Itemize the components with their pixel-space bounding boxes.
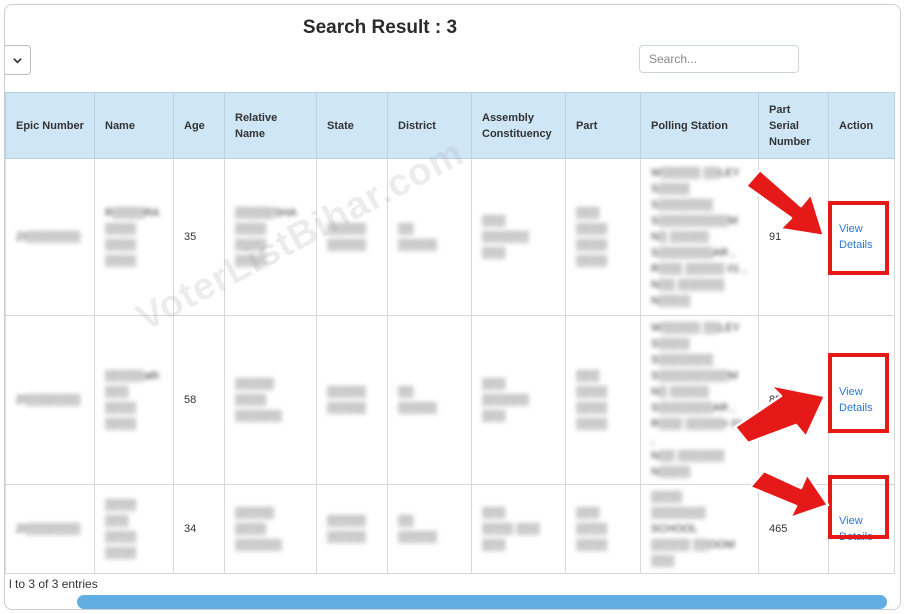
age-cell: 58 xyxy=(173,315,225,485)
part-serial-number-cell: 89 xyxy=(758,315,829,485)
view-details-link[interactable]: View Details xyxy=(839,221,873,253)
table-row: ZI▒▒▒▒▒▒▒ R▒▒▒▒RA ▒▒▒▒ ▒▒▒▒ ▒▒▒▒ 35 ▒▒▒▒… xyxy=(5,158,895,316)
table-row: ZI▒▒▒▒▒▒▒ ▒▒▒▒▒ath ▒▒▒ ▒▒▒▒ ▒▒▒▒ 58 ▒▒▒▒… xyxy=(5,315,895,485)
relative-name-cell: ▒▒▒▒▒ ▒▒▒▒ ▒▒▒▒▒▒ xyxy=(224,315,317,485)
table-header-row: Epic Number Name Age Relative Name State… xyxy=(5,92,895,159)
results-panel: Search Result : 3 Epic Number Name Age R… xyxy=(4,4,901,610)
name-cell: ▒▒▒▒▒ath ▒▒▒ ▒▒▒▒ ▒▒▒▒ xyxy=(94,315,174,485)
action-cell: View Details xyxy=(828,158,895,316)
assembly-constituency-cell: ▒▒▒ ▒▒▒▒▒▒ ▒▒▒ xyxy=(471,158,566,316)
results-table: Epic Number Name Age Relative Name State… xyxy=(5,92,895,574)
district-cell: ▒▒ ▒▒▒▒▒ xyxy=(387,315,472,485)
assembly-constituency-cell: ▒▒▒ ▒▒▒▒ ▒▒▒ ▒▒▒ xyxy=(471,484,566,574)
polling-station-cell: ▒▒▒▒ ▒▒▒▒▒▒▒ SCHOOL ▒▒▒▒▒ ▒▒OOM ▒▒▒ xyxy=(640,484,759,574)
part-serial-number-cell: 91 xyxy=(758,158,829,316)
age-cell: 34 xyxy=(173,484,225,574)
table-row: ZI▒▒▒▒▒▒▒ ▒▒▒▒ ▒▒▒ ▒▒▒▒ ▒▒▒▒ 34 ▒▒▒▒▒ ▒▒… xyxy=(5,484,895,574)
column-header-assembly-constituency[interactable]: Assembly Constituency xyxy=(471,92,566,159)
part-cell: ▒▒▒ ▒▒▒▒ ▒▒▒▒ ▒▒▒▒ xyxy=(565,158,641,316)
state-cell: ▒▒▒▒▒ ▒▒▒▒▒ xyxy=(316,315,388,485)
view-details-link[interactable]: View Details xyxy=(839,384,873,416)
name-cell: R▒▒▒▒RA ▒▒▒▒ ▒▒▒▒ ▒▒▒▒ xyxy=(94,158,174,316)
assembly-constituency-cell: ▒▒▒ ▒▒▒▒▒▒ ▒▒▒ xyxy=(471,315,566,485)
epic-number-cell: ZI▒▒▒▒▒▒▒ xyxy=(5,315,95,485)
state-cell: ▒▒▒▒▒ ▒▒▒▒▒ xyxy=(316,484,388,574)
part-cell: ▒▒▒ ▒▒▒▒ ▒▒▒▒ xyxy=(565,484,641,574)
state-cell: ▒▒▒▒▒ ▒▒▒▒▒ xyxy=(316,158,388,316)
column-header-action[interactable]: Action xyxy=(828,92,895,159)
entries-info: l to 3 of 3 entries xyxy=(9,577,98,591)
part-cell: ▒▒▒ ▒▒▒▒ ▒▒▒▒ ▒▒▒▒ xyxy=(565,315,641,485)
column-header-age[interactable]: Age xyxy=(173,92,225,159)
relative-name-cell: ▒▒▒▒▒ ▒▒▒▒ ▒▒▒▒▒▒ xyxy=(224,484,317,574)
column-header-part-serial-number[interactable]: Part Serial Number xyxy=(758,92,829,159)
search-input[interactable] xyxy=(639,45,799,73)
column-header-part[interactable]: Part xyxy=(565,92,641,159)
page-title: Search Result : 3 xyxy=(302,17,458,38)
epic-number-cell: ZI▒▒▒▒▒▒▒ xyxy=(5,484,95,574)
column-header-state[interactable]: State xyxy=(316,92,388,159)
column-header-polling-station[interactable]: Polling Station xyxy=(640,92,759,159)
district-cell: ▒▒ ▒▒▒▒▒ xyxy=(387,158,472,316)
district-cell: ▒▒ ▒▒▒▒▒ xyxy=(387,484,472,574)
age-cell: 35 xyxy=(173,158,225,316)
action-cell: View Details xyxy=(828,484,895,574)
column-header-relative-name[interactable]: Relative Name xyxy=(224,92,317,159)
polling-station-cell: W▒▒▒▒▒ ▒▒LEY S▒▒▒▒ S▒▒▒▒▒▒▒ S▒▒▒▒▒▒▒▒▒M … xyxy=(640,158,759,316)
chevron-down-icon xyxy=(12,57,22,64)
epic-number-cell: ZI▒▒▒▒▒▒▒ xyxy=(5,158,95,316)
relative-name-cell: ▒▒▒▒▒SHA ▒▒▒▒ ▒▒▒▒ ▒▒▒▒ xyxy=(224,158,317,316)
view-details-link[interactable]: View Details xyxy=(839,513,873,545)
column-header-name[interactable]: Name xyxy=(94,92,174,159)
column-header-epic-number[interactable]: Epic Number xyxy=(5,92,95,159)
action-cell: View Details xyxy=(828,315,895,485)
name-cell: ▒▒▒▒ ▒▒▒ ▒▒▒▒ ▒▒▒▒ xyxy=(94,484,174,574)
column-header-district[interactable]: District xyxy=(387,92,472,159)
polling-station-cell: W▒▒▒▒▒ ▒▒LEY S▒▒▒▒ S▒▒▒▒▒▒▒ S▒▒▒▒▒▒▒▒▒M … xyxy=(640,315,759,485)
part-serial-number-cell: 465 xyxy=(758,484,829,574)
page-length-select[interactable] xyxy=(5,45,31,75)
horizontal-scrollbar[interactable] xyxy=(77,595,887,609)
